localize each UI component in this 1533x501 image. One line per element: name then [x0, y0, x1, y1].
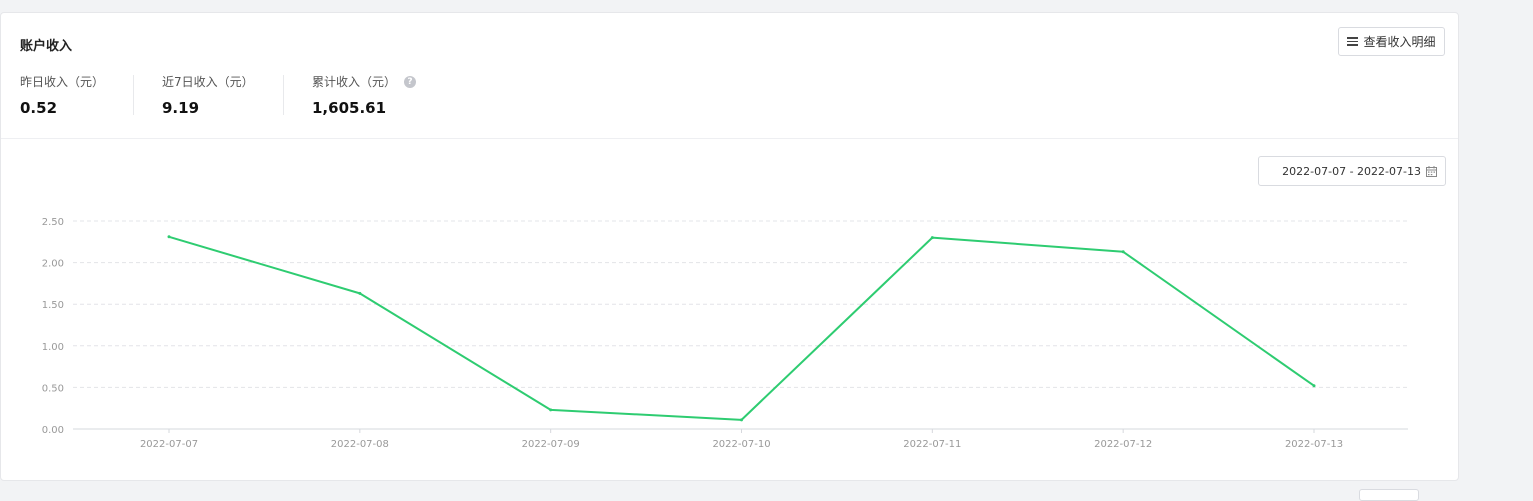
series-line	[168, 235, 1315, 421]
x-tick-label: 2022-07-08	[331, 439, 389, 450]
y-tick-label: 0.50	[42, 383, 64, 394]
income-line-chart: 0.00 0.50 1.00 1.50 2.00 2.50 2022-07-07 2022-0…	[42, 217, 1408, 450]
x-tick-label: 2022-07-09	[522, 439, 580, 450]
y-tick-label: 2.50	[42, 217, 64, 228]
x-tick-label: 2022-07-07	[140, 439, 198, 450]
data-point	[1121, 250, 1125, 254]
y-tick-label: 2.00	[42, 259, 64, 270]
data-point	[549, 408, 553, 412]
x-tick-label: 2022-07-10	[712, 439, 770, 450]
x-tick-label: 2022-07-13	[1285, 439, 1343, 450]
account-income-card: 账户收入 查看收入明细 昨日收入（元） 0.52 近7日收入（元） 9.19 累…	[0, 12, 1459, 481]
pagination-stub	[1359, 489, 1419, 501]
data-point	[167, 235, 171, 239]
data-point	[930, 236, 934, 240]
data-point	[358, 291, 362, 295]
data-point	[1312, 384, 1316, 388]
x-tick-label: 2022-07-12	[1094, 439, 1152, 450]
y-tick-label: 0.00	[42, 425, 64, 436]
y-tick-label: 1.50	[42, 300, 64, 311]
x-tick-label: 2022-07-11	[903, 439, 961, 450]
data-point	[740, 418, 743, 422]
y-tick-label: 1.00	[42, 342, 64, 353]
